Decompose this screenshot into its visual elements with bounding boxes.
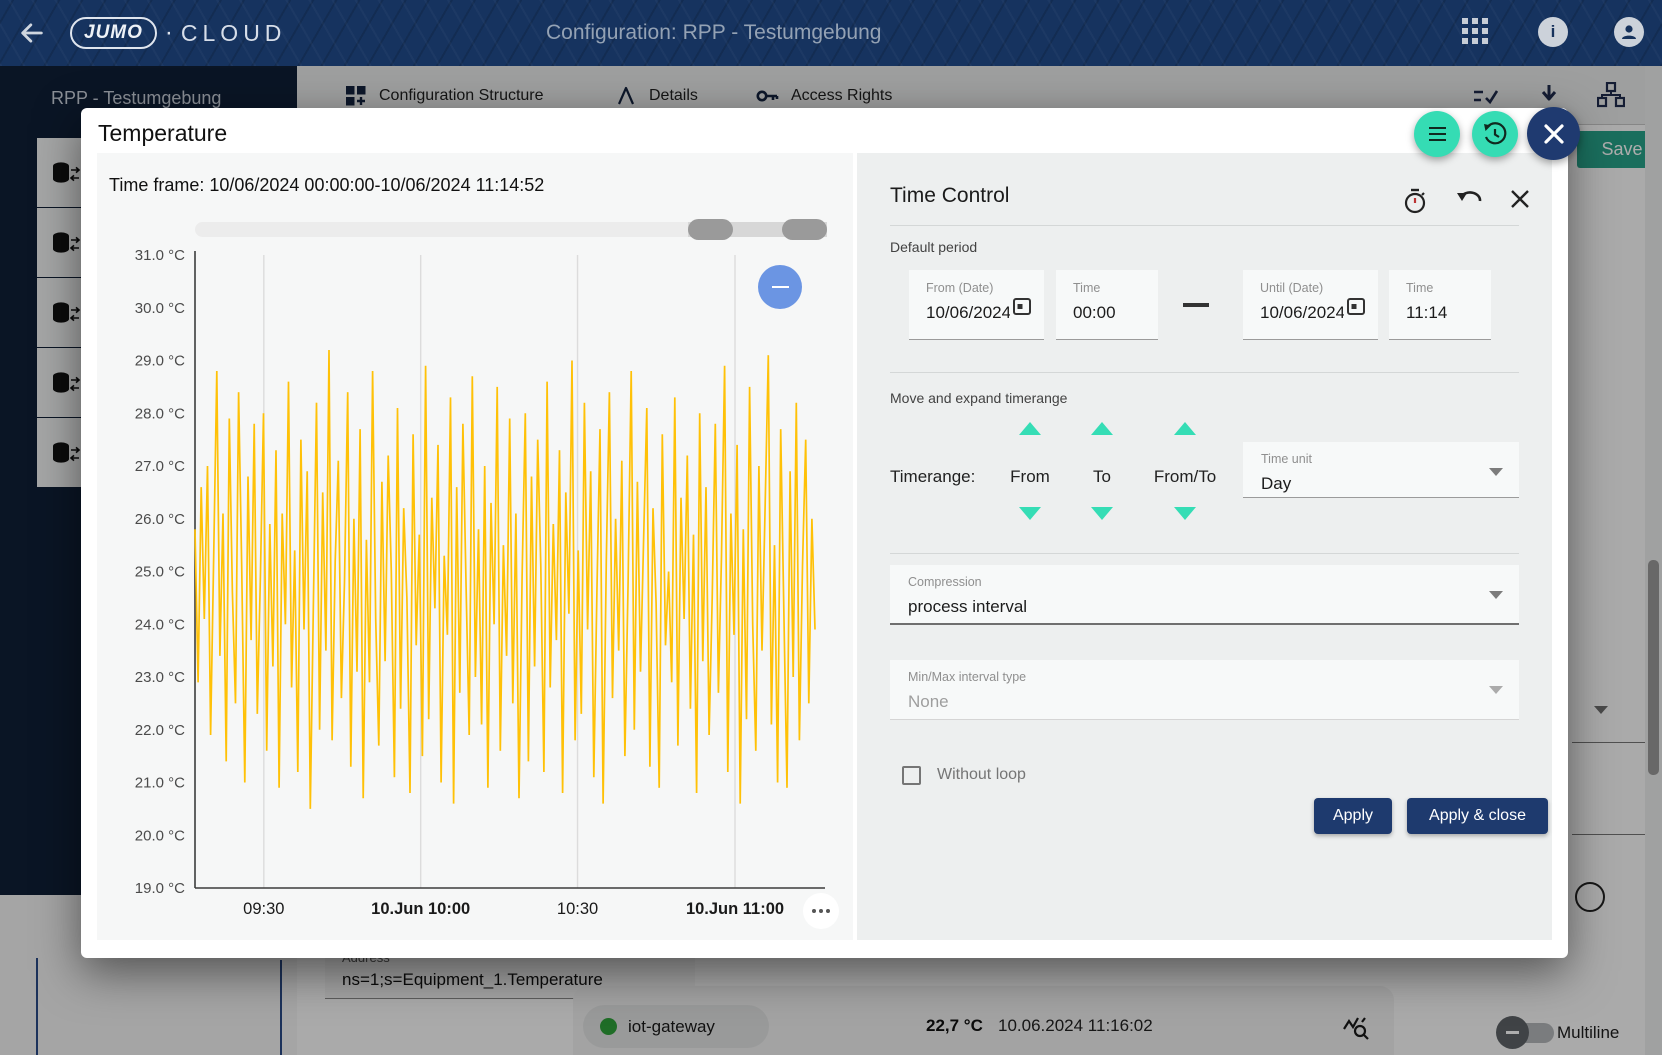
time-unit-select[interactable]: Time unit Day: [1243, 442, 1519, 498]
y-axis-tick-label: 31.0 °C: [135, 247, 185, 264]
history-fab[interactable]: [1472, 111, 1518, 157]
chevron-down-icon: [1489, 686, 1503, 694]
jumo-cloud-logo: JUMO · CLOUD: [70, 15, 286, 51]
compression-label: Compression: [908, 575, 982, 589]
time-unit-label: Time unit: [1261, 452, 1312, 466]
minmax-interval-label: Min/Max interval type: [908, 670, 1026, 684]
divider: [890, 225, 1519, 226]
cloud-logo-text: CLOUD: [181, 20, 287, 47]
y-axis-tick-label: 29.0 °C: [135, 353, 185, 370]
range-slider-left-handle[interactable]: [688, 219, 733, 240]
divider: [890, 553, 1519, 554]
calendar-icon[interactable]: [1012, 296, 1032, 316]
timerange-fromto-up-arrow[interactable]: [1174, 422, 1196, 435]
compression-select[interactable]: Compression process interval: [890, 565, 1519, 625]
close-icon[interactable]: [1509, 188, 1531, 210]
until-date-value: 10/06/2024: [1260, 303, 1344, 323]
time-unit-value: Day: [1261, 474, 1291, 494]
x-axis-tick-label: 10:30: [557, 900, 598, 918]
minmax-interval-value: None: [908, 692, 949, 712]
chevron-down-icon: [1489, 468, 1503, 476]
timerange-option-to: To: [1079, 467, 1125, 487]
y-axis-tick-label: 23.0 °C: [135, 669, 185, 686]
from-date-field[interactable]: From (Date) 10/06/2024: [909, 270, 1044, 340]
chart-line-temperature: [195, 350, 815, 809]
calendar-icon[interactable]: [1346, 296, 1366, 316]
y-axis-tick-label: 27.0 °C: [135, 458, 185, 475]
jumo-logo-text: JUMO: [70, 17, 157, 49]
time-control-title: Time Control: [890, 184, 1009, 208]
dialog-title: Temperature: [98, 120, 227, 147]
temperature-dialog: Temperature Time frame: 10/06/2024 00:00…: [81, 108, 1568, 958]
account-icon[interactable]: [1614, 17, 1644, 47]
timer-icon[interactable]: [1403, 188, 1427, 214]
history-icon: [1482, 121, 1508, 147]
compression-value: process interval: [908, 597, 1027, 617]
timerange-option-fromto: From/To: [1145, 467, 1225, 487]
until-time-value: 11:14: [1406, 303, 1447, 323]
info-icon[interactable]: i: [1538, 17, 1568, 47]
screen: JUMO · CLOUD Configuration: RPP - Testum…: [0, 0, 1662, 1055]
timerange-label: Timerange:: [890, 467, 975, 487]
apps-grid-icon[interactable]: [1462, 18, 1490, 46]
person-icon: [1619, 22, 1639, 42]
time-frame-text: Time frame: 10/06/2024 00:00:00-10/06/20…: [109, 175, 544, 196]
dialog-close-fab[interactable]: [1527, 107, 1580, 160]
temperature-chart: 09:30 10.Jun 10:00 10:30 10.Jun 11:00 31.0 °…: [97, 243, 853, 940]
until-time-field[interactable]: Time 11:14: [1389, 270, 1491, 340]
time-control-panel: Time Control Default period From (Date) …: [857, 153, 1552, 940]
timerange-option-from: From: [996, 467, 1064, 487]
close-icon: [1542, 122, 1566, 146]
from-time-label: Time: [1073, 281, 1100, 295]
x-axis-tick-label: 09:30: [243, 900, 284, 918]
range-slider-track[interactable]: [195, 222, 827, 237]
page-title: Configuration: RPP - Testumgebung: [546, 0, 881, 66]
y-axis-tick-label: 19.0 °C: [135, 880, 185, 897]
chart-menu-dots-icon[interactable]: [803, 893, 839, 929]
until-date-label: Until (Date): [1260, 281, 1323, 295]
minmax-interval-select[interactable]: Min/Max interval type None: [890, 660, 1519, 720]
timerange-from-down-arrow[interactable]: [1019, 507, 1041, 520]
chart-panel: Time frame: 10/06/2024 00:00:00-10/06/20…: [97, 153, 853, 940]
timerange-fromto-down-arrow[interactable]: [1174, 507, 1196, 520]
datapoint-list-fab[interactable]: [1414, 111, 1460, 157]
from-date-label: From (Date): [926, 281, 993, 295]
default-period-label: Default period: [890, 239, 977, 255]
y-axis-tick-label: 20.0 °C: [135, 827, 185, 844]
y-axis-tick-label: 24.0 °C: [135, 616, 185, 633]
y-axis-tick-label: 25.0 °C: [135, 564, 185, 581]
without-loop-checkbox[interactable]: [902, 766, 921, 785]
timerange-from-up-arrow[interactable]: [1019, 422, 1041, 435]
without-loop-label: Without loop: [937, 766, 1026, 784]
timerange-to-down-arrow[interactable]: [1091, 507, 1113, 520]
until-time-label: Time: [1406, 281, 1433, 295]
y-axis-tick-label: 30.0 °C: [135, 300, 185, 317]
until-date-field[interactable]: Until (Date) 10/06/2024: [1243, 270, 1378, 340]
range-slider-right-handle[interactable]: [782, 219, 827, 240]
divider: [890, 372, 1519, 373]
date-range-dash: [1183, 303, 1209, 307]
timerange-to-up-arrow[interactable]: [1091, 422, 1113, 435]
logo-separator: ·: [165, 19, 173, 47]
back-arrow-icon[interactable]: [18, 19, 46, 47]
x-axis-tick-label: 10.Jun 10:00: [371, 900, 470, 918]
y-axis-tick-label: 21.0 °C: [135, 775, 185, 792]
x-axis-tick-label: 10.Jun 11:00: [686, 900, 784, 918]
apply-button[interactable]: Apply: [1314, 798, 1392, 834]
list-icon: [1429, 127, 1446, 142]
from-time-value: 00:00: [1073, 303, 1116, 323]
from-time-field[interactable]: Time 00:00: [1056, 270, 1158, 340]
y-axis-tick-label: 22.0 °C: [135, 722, 185, 739]
app-bar: JUMO · CLOUD Configuration: RPP - Testum…: [0, 0, 1662, 66]
y-axis-tick-label: 28.0 °C: [135, 405, 185, 422]
from-date-value: 10/06/2024: [926, 303, 1010, 323]
move-expand-label: Move and expand timerange: [890, 390, 1067, 406]
apply-close-button[interactable]: Apply & close: [1407, 798, 1548, 834]
chevron-down-icon: [1489, 591, 1503, 599]
y-axis-tick-label: 26.0 °C: [135, 511, 185, 528]
undo-icon[interactable]: [1457, 188, 1483, 210]
